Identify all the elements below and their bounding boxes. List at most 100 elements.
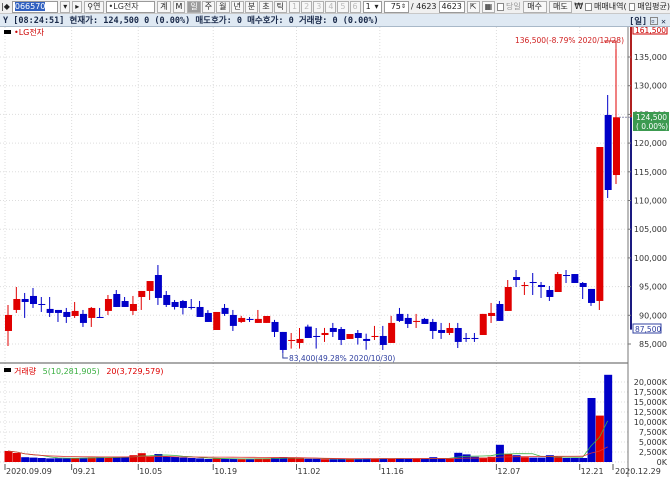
code-dropdown-button[interactable]: ▾ <box>60 0 71 13</box>
number-button[interactable]: 2 <box>301 0 313 13</box>
restore-icon[interactable]: ▫ <box>650 17 659 25</box>
date-label: 09.21 <box>73 467 96 476</box>
volume-bar <box>137 453 146 462</box>
next-button[interactable]: ▸ <box>72 0 83 13</box>
total-count-label: / 4623 <box>410 2 437 11</box>
price-tick-label: 135,000 <box>634 53 667 62</box>
volume-tick-label: 15,000K <box>634 398 668 407</box>
volume-bar <box>296 458 305 462</box>
volume-bar <box>71 458 80 462</box>
pin-icon[interactable]: |◆ <box>1 2 10 11</box>
calendar-icon[interactable]: ▦ <box>481 0 496 13</box>
avg-checkbox[interactable] <box>628 2 636 11</box>
candle-body <box>379 335 387 345</box>
candle-body <box>529 282 537 284</box>
candle-body <box>63 311 71 317</box>
period-tab[interactable]: 주 <box>201 0 216 13</box>
candle-body <box>488 312 496 316</box>
search-button[interactable]: ⚲ 연 <box>84 0 104 13</box>
volume-bar <box>412 458 421 462</box>
candle-body <box>471 337 479 339</box>
volume-bar <box>229 458 238 462</box>
date-label: 2020.12.29 <box>615 467 661 476</box>
high-annotation: 136,500(-8.79% 2020/12/28) <box>515 36 624 45</box>
number-button[interactable]: 4 <box>325 0 337 13</box>
stock-code-input[interactable]: 066570 <box>11 0 59 13</box>
won-icon[interactable]: ₩ <box>574 2 583 12</box>
trades-checkbox[interactable] <box>585 2 593 11</box>
volume-bar <box>579 458 588 462</box>
candle-body <box>413 320 421 322</box>
volume-bar <box>320 459 329 462</box>
candle-body <box>138 290 146 297</box>
volume-bar <box>146 456 155 462</box>
price-chart[interactable]: 85,000 90,000 95,000 100,000 105,000 110,000 1… <box>0 27 670 477</box>
candle-body <box>354 332 362 338</box>
candle-body <box>54 309 62 313</box>
volume-bar <box>162 456 171 462</box>
volume-bar <box>304 458 313 462</box>
toolbar: |◆ 066570 ▾ ▸ ⚲ 연 •LG전자 계 M 일주월년분초틱 12345… <box>0 0 670 14</box>
price-tick-label: 95,000 <box>639 283 667 292</box>
sell-button[interactable]: 매도 <box>548 0 573 13</box>
export-icon[interactable]: ⇱ <box>466 0 480 13</box>
candle-body <box>396 313 404 321</box>
period-tab[interactable]: 월 <box>216 0 230 13</box>
close-icon[interactable]: ✕ <box>661 17 666 26</box>
number-button[interactable]: 1 <box>289 0 301 13</box>
volume-bar <box>470 456 479 462</box>
candle-body <box>346 334 354 339</box>
candle-body <box>563 275 571 277</box>
number-button[interactable]: 3 <box>313 0 325 13</box>
candle-body <box>429 321 437 331</box>
period-tab[interactable]: 틱 <box>273 0 288 13</box>
count-spinner[interactable]: 75 ⇕ <box>383 0 409 13</box>
price-tick-label: 100,000 <box>634 254 667 263</box>
candle-body <box>263 315 271 323</box>
volume-bar <box>21 457 30 462</box>
volume-bar <box>312 458 321 462</box>
candle-body <box>304 326 312 338</box>
btn-b[interactable]: M <box>172 0 186 13</box>
svg-text:87,500: 87,500 <box>635 325 661 334</box>
date-label: 12.21 <box>581 467 604 476</box>
ma20-line <box>7 446 608 460</box>
candle-body <box>613 117 620 176</box>
period-tab[interactable]: 년 <box>230 0 244 13</box>
volume-bar <box>54 458 63 462</box>
max-range-label: 161,500 <box>632 27 668 35</box>
number-button[interactable]: 5 <box>337 0 349 13</box>
low-annotation-line <box>282 353 288 359</box>
volume-tick-label: 5,000K <box>639 438 668 447</box>
number-button[interactable]: 6 <box>349 0 361 13</box>
candle-body <box>296 338 304 343</box>
period-tab[interactable]: 초 <box>259 0 273 13</box>
candle-body <box>504 287 512 311</box>
buy-button[interactable]: 매수 <box>522 0 547 13</box>
volume-bar <box>246 459 255 462</box>
volume-bar <box>212 458 221 462</box>
interval-select[interactable]: 1 ▾ <box>362 0 382 13</box>
today-checkbox[interactable] <box>497 2 504 11</box>
candle-body <box>421 318 429 324</box>
candle-body <box>229 314 237 326</box>
period-tab[interactable]: 일 <box>187 0 201 13</box>
volume-bar <box>221 458 230 462</box>
volume-bar <box>112 457 121 462</box>
low-annotation: 83,400(49.28% 2020/10/30) <box>289 354 395 363</box>
volume-panel-menu-icon[interactable] <box>4 368 11 372</box>
price-tick-label: 90,000 <box>639 311 667 320</box>
price-tick-label: 115,000 <box>634 168 667 177</box>
candle-body <box>188 306 196 308</box>
quote-info-bar: Y [08:24:51] 현재가: 124,500 0 (0.00%) 매도호가… <box>0 14 670 27</box>
volume-bar <box>429 457 438 462</box>
volume-bar <box>287 458 296 462</box>
date-label: 2020.09.09 <box>6 467 52 476</box>
candle-body <box>179 301 187 308</box>
candle-body <box>221 307 229 314</box>
number-buttons: 123456 <box>289 0 361 13</box>
period-tab[interactable]: 분 <box>244 0 259 13</box>
panel-menu-icon[interactable] <box>4 30 11 34</box>
btn-a[interactable]: 계 <box>157 0 171 13</box>
volume-bar <box>62 458 71 462</box>
